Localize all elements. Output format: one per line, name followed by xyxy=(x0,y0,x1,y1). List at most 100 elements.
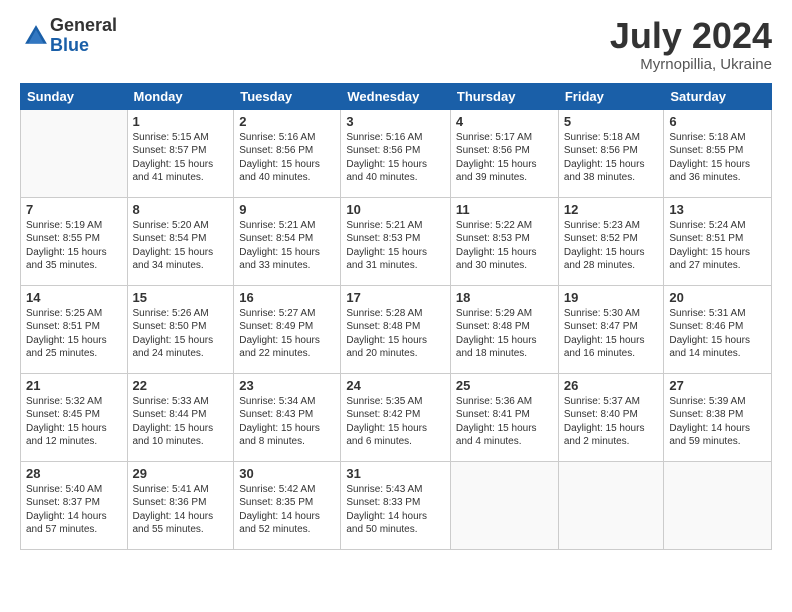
day-number: 8 xyxy=(133,202,229,217)
calendar-cell: 15 Sunrise: 5:26 AM Sunset: 8:50 PM Dayli… xyxy=(127,285,234,373)
cell-info: Sunrise: 5:36 AM Sunset: 8:41 PM Dayligh… xyxy=(456,395,553,449)
calendar-cell xyxy=(558,461,664,549)
calendar-cell: 1 Sunrise: 5:15 AM Sunset: 8:57 PM Daylig… xyxy=(127,109,234,197)
cell-info: Sunrise: 5:28 AM Sunset: 8:48 PM Dayligh… xyxy=(346,307,445,361)
cell-info: Sunrise: 5:33 AM Sunset: 8:44 PM Dayligh… xyxy=(133,395,229,449)
calendar-cell: 7 Sunrise: 5:19 AM Sunset: 8:55 PM Daylig… xyxy=(21,197,128,285)
title-block: July 2024 Myrnopillia, Ukraine xyxy=(610,16,772,73)
day-number: 6 xyxy=(669,114,766,129)
day-number: 14 xyxy=(26,290,122,305)
day-number: 5 xyxy=(564,114,659,129)
calendar-table: SundayMondayTuesdayWednesdayThursdayFrid… xyxy=(20,83,772,550)
month-year: July 2024 xyxy=(610,16,772,56)
day-number: 19 xyxy=(564,290,659,305)
cell-info: Sunrise: 5:29 AM Sunset: 8:48 PM Dayligh… xyxy=(456,307,553,361)
cell-info: Sunrise: 5:30 AM Sunset: 8:47 PM Dayligh… xyxy=(564,307,659,361)
day-number: 24 xyxy=(346,378,445,393)
day-number: 29 xyxy=(133,466,229,481)
calendar-cell: 28Sunrise: 5:40 AM Sunset: 8:37 PM Dayli… xyxy=(21,461,128,549)
day-number: 16 xyxy=(239,290,335,305)
day-number: 18 xyxy=(456,290,553,305)
cell-info: Sunrise: 5:39 AM Sunset: 8:38 PM Dayligh… xyxy=(669,395,766,449)
day-number: 10 xyxy=(346,202,445,217)
calendar-cell: 21Sunrise: 5:32 AM Sunset: 8:45 PM Dayli… xyxy=(21,373,128,461)
calendar-cell: 5 Sunrise: 5:18 AM Sunset: 8:56 PM Daylig… xyxy=(558,109,664,197)
day-number: 3 xyxy=(346,114,445,129)
cell-info: Sunrise: 5:34 AM Sunset: 8:43 PM Dayligh… xyxy=(239,395,335,449)
cell-info: Sunrise: 5:35 AM Sunset: 8:42 PM Dayligh… xyxy=(346,395,445,449)
cell-info: Sunrise: 5:40 AM Sunset: 8:37 PM Dayligh… xyxy=(26,483,122,537)
calendar-week-row: 21Sunrise: 5:32 AM Sunset: 8:45 PM Dayli… xyxy=(21,373,772,461)
cell-info: Sunrise: 5:25 AM Sunset: 8:51 PM Dayligh… xyxy=(26,307,122,361)
cell-info: Sunrise: 5:15 AM Sunset: 8:57 PM Dayligh… xyxy=(133,131,229,185)
day-number: 9 xyxy=(239,202,335,217)
day-number: 23 xyxy=(239,378,335,393)
calendar-header-tuesday: Tuesday xyxy=(234,83,341,109)
day-number: 20 xyxy=(669,290,766,305)
calendar-cell: 11 Sunrise: 5:22 AM Sunset: 8:53 PM Dayli… xyxy=(450,197,558,285)
cell-info: Sunrise: 5:18 AM Sunset: 8:56 PM Dayligh… xyxy=(564,131,659,185)
day-number: 17 xyxy=(346,290,445,305)
calendar-header-saturday: Saturday xyxy=(664,83,772,109)
calendar-header-thursday: Thursday xyxy=(450,83,558,109)
calendar-cell: 8 Sunrise: 5:20 AM Sunset: 8:54 PM Daylig… xyxy=(127,197,234,285)
calendar-cell: 24 Sunrise: 5:35 AM Sunset: 8:42 PM Dayli… xyxy=(341,373,451,461)
day-number: 2 xyxy=(239,114,335,129)
day-number: 27 xyxy=(669,378,766,393)
cell-info: Sunrise: 5:43 AM Sunset: 8:33 PM Dayligh… xyxy=(346,483,445,537)
cell-info: Sunrise: 5:21 AM Sunset: 8:54 PM Dayligh… xyxy=(239,219,335,273)
calendar-cell: 4 Sunrise: 5:17 AM Sunset: 8:56 PM Daylig… xyxy=(450,109,558,197)
logo-general-text: General xyxy=(50,16,117,36)
cell-info: Sunrise: 5:32 AM Sunset: 8:45 PM Dayligh… xyxy=(26,395,122,449)
calendar-cell: 29Sunrise: 5:41 AM Sunset: 8:36 PM Dayli… xyxy=(127,461,234,549)
cell-info: Sunrise: 5:17 AM Sunset: 8:56 PM Dayligh… xyxy=(456,131,553,185)
calendar-cell xyxy=(450,461,558,549)
calendar-cell: 27 Sunrise: 5:39 AM Sunset: 8:38 PM Dayli… xyxy=(664,373,772,461)
cell-info: Sunrise: 5:31 AM Sunset: 8:46 PM Dayligh… xyxy=(669,307,766,361)
calendar-cell: 20 Sunrise: 5:31 AM Sunset: 8:46 PM Dayli… xyxy=(664,285,772,373)
cell-info: Sunrise: 5:18 AM Sunset: 8:55 PM Dayligh… xyxy=(669,131,766,185)
logo-blue-text: Blue xyxy=(50,36,117,56)
calendar-week-row: 7 Sunrise: 5:19 AM Sunset: 8:55 PM Daylig… xyxy=(21,197,772,285)
logo: General Blue xyxy=(20,16,117,56)
header: General Blue July 2024 Myrnopillia, Ukra… xyxy=(20,16,772,73)
cell-info: Sunrise: 5:20 AM Sunset: 8:54 PM Dayligh… xyxy=(133,219,229,273)
location: Myrnopillia, Ukraine xyxy=(610,56,772,73)
calendar-cell: 12 Sunrise: 5:23 AM Sunset: 8:52 PM Dayli… xyxy=(558,197,664,285)
calendar-cell: 17 Sunrise: 5:28 AM Sunset: 8:48 PM Dayli… xyxy=(341,285,451,373)
calendar-week-row: 28Sunrise: 5:40 AM Sunset: 8:37 PM Dayli… xyxy=(21,461,772,549)
day-number: 22 xyxy=(133,378,229,393)
cell-info: Sunrise: 5:23 AM Sunset: 8:52 PM Dayligh… xyxy=(564,219,659,273)
day-number: 30 xyxy=(239,466,335,481)
logo-icon xyxy=(22,22,50,50)
day-number: 25 xyxy=(456,378,553,393)
calendar-header-wednesday: Wednesday xyxy=(341,83,451,109)
cell-info: Sunrise: 5:19 AM Sunset: 8:55 PM Dayligh… xyxy=(26,219,122,273)
calendar-header-row: SundayMondayTuesdayWednesdayThursdayFrid… xyxy=(21,83,772,109)
calendar-cell: 18 Sunrise: 5:29 AM Sunset: 8:48 PM Dayli… xyxy=(450,285,558,373)
day-number: 12 xyxy=(564,202,659,217)
cell-info: Sunrise: 5:16 AM Sunset: 8:56 PM Dayligh… xyxy=(239,131,335,185)
calendar-cell: 6 Sunrise: 5:18 AM Sunset: 8:55 PM Daylig… xyxy=(664,109,772,197)
cell-info: Sunrise: 5:21 AM Sunset: 8:53 PM Dayligh… xyxy=(346,219,445,273)
cell-info: Sunrise: 5:26 AM Sunset: 8:50 PM Dayligh… xyxy=(133,307,229,361)
cell-info: Sunrise: 5:24 AM Sunset: 8:51 PM Dayligh… xyxy=(669,219,766,273)
calendar-cell xyxy=(21,109,128,197)
day-number: 7 xyxy=(26,202,122,217)
calendar-cell: 31 Sunrise: 5:43 AM Sunset: 8:33 PM Dayli… xyxy=(341,461,451,549)
day-number: 1 xyxy=(133,114,229,129)
calendar-cell: 10 Sunrise: 5:21 AM Sunset: 8:53 PM Dayli… xyxy=(341,197,451,285)
calendar-cell: 9 Sunrise: 5:21 AM Sunset: 8:54 PM Daylig… xyxy=(234,197,341,285)
cell-info: Sunrise: 5:22 AM Sunset: 8:53 PM Dayligh… xyxy=(456,219,553,273)
calendar-cell: 2 Sunrise: 5:16 AM Sunset: 8:56 PM Daylig… xyxy=(234,109,341,197)
calendar-cell: 13 Sunrise: 5:24 AM Sunset: 8:51 PM Dayli… xyxy=(664,197,772,285)
day-number: 13 xyxy=(669,202,766,217)
day-number: 4 xyxy=(456,114,553,129)
day-number: 31 xyxy=(346,466,445,481)
calendar-week-row: 14 Sunrise: 5:25 AM Sunset: 8:51 PM Dayli… xyxy=(21,285,772,373)
calendar-cell: 30Sunrise: 5:42 AM Sunset: 8:35 PM Dayli… xyxy=(234,461,341,549)
calendar-cell: 23 Sunrise: 5:34 AM Sunset: 8:43 PM Dayli… xyxy=(234,373,341,461)
calendar-header-sunday: Sunday xyxy=(21,83,128,109)
day-number: 15 xyxy=(133,290,229,305)
day-number: 11 xyxy=(456,202,553,217)
